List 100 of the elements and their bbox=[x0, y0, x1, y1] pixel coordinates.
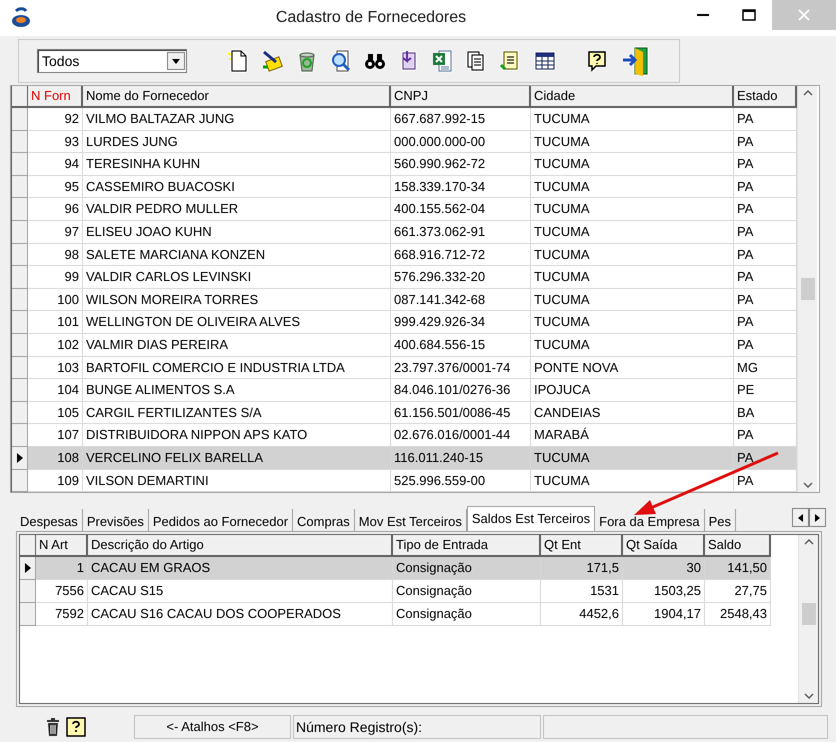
scroll-down-icon[interactable] bbox=[804, 693, 814, 699]
table-cell: WELLINGTON DE OLIVEIRA ALVES bbox=[83, 311, 391, 334]
column-header[interactable]: Saldo bbox=[705, 535, 771, 557]
table-cell: 1 bbox=[36, 557, 88, 580]
column-header[interactable]: Tipo de Entrada bbox=[393, 535, 541, 557]
table-cell: BUNGE ALIMENTOS S.A bbox=[83, 379, 391, 402]
help-icon[interactable] bbox=[66, 717, 86, 737]
table-cell: TUCUMA bbox=[531, 311, 734, 334]
table-cell: TUCUMA bbox=[531, 470, 734, 492]
table-cell: MG bbox=[734, 356, 797, 380]
table-cell: TUCUMA bbox=[531, 334, 734, 357]
table-cell: 087.141.342-68 bbox=[391, 288, 531, 312]
table-cell: 668.916.712-72 bbox=[391, 244, 531, 266]
vertical-scrollbar[interactable] bbox=[797, 86, 817, 492]
column-header[interactable]: Cidade bbox=[531, 86, 734, 108]
table-cell: 1531 bbox=[541, 580, 623, 603]
scroll-up-icon[interactable] bbox=[802, 90, 812, 96]
column-header[interactable]: Descrição do Artigo bbox=[88, 535, 393, 557]
table-cell: 141,50 bbox=[705, 557, 771, 580]
table-cell: CASSEMIRO BUACOSKI bbox=[83, 176, 391, 198]
table-cell: VILSON DEMARTINI bbox=[83, 470, 391, 492]
table-cell: 576.296.332-20 bbox=[391, 266, 531, 289]
table-cell: VALMIR DIAS PEREIRA bbox=[83, 334, 391, 357]
filter-dropdown[interactable]: Todos bbox=[37, 49, 187, 73]
column-header[interactable]: CNPJ bbox=[391, 86, 531, 108]
table-cell: LURDES JUNG bbox=[83, 130, 391, 154]
table-cell: TUCUMA bbox=[531, 198, 734, 221]
table-cell: 97 bbox=[28, 220, 83, 244]
column-header[interactable]: Qt Ent bbox=[541, 535, 623, 557]
table-cell: 400.684.556-15 bbox=[391, 334, 531, 357]
scrollbar-thumb[interactable] bbox=[801, 278, 815, 300]
table-cell: TERESINHA KUHN bbox=[83, 153, 391, 176]
table-cell: 4452,6 bbox=[541, 603, 623, 626]
table-cell: PONTE NOVA bbox=[531, 356, 734, 380]
column-header[interactable]: N Forn bbox=[28, 86, 83, 108]
tab[interactable]: Pes bbox=[704, 509, 736, 531]
close-icon bbox=[798, 9, 810, 21]
magnifier-document-icon[interactable] bbox=[329, 49, 353, 73]
column-header[interactable]: N Art bbox=[36, 535, 88, 557]
row-selector[interactable] bbox=[12, 446, 28, 470]
tab[interactable]: Saldos Est Terceiros bbox=[466, 506, 596, 531]
table-cell: 171,5 bbox=[541, 557, 623, 580]
table-cell: CACAU S15 bbox=[88, 580, 393, 603]
table-cell: 560.990.962-72 bbox=[391, 153, 531, 176]
table-cell: 95 bbox=[28, 176, 83, 198]
column-header[interactable]: Qt Saída bbox=[623, 535, 705, 557]
table-cell: VALDIR PEDRO MULLER bbox=[83, 198, 391, 221]
table-cell: IPOJUCA bbox=[531, 379, 734, 402]
tab-scroll-right-button[interactable] bbox=[809, 508, 826, 527]
app-icon bbox=[10, 7, 32, 29]
scroll-down-icon[interactable] bbox=[802, 482, 812, 488]
table-cell: CACAU EM GRAOS bbox=[88, 557, 393, 580]
scroll-up-icon[interactable] bbox=[804, 539, 814, 545]
table-cell: BARTOFIL COMERCIO E INDUSTRIA LTDA bbox=[83, 356, 391, 380]
table-cell: PA bbox=[734, 334, 797, 357]
scrollbar-thumb[interactable] bbox=[802, 603, 816, 625]
row-pointer-icon bbox=[16, 452, 22, 463]
table-cell: 98 bbox=[28, 244, 83, 266]
table-cell: TUCUMA bbox=[531, 266, 734, 289]
tab-scroll-left-button[interactable] bbox=[792, 508, 809, 527]
table-cell: 103 bbox=[28, 356, 83, 380]
table-cell: 000.000.000-00 bbox=[391, 130, 531, 154]
table-cell: PA bbox=[734, 288, 797, 312]
table-cell: CACAU S16 CACAU DOS COOPERADOS bbox=[88, 603, 393, 626]
table-cell: TUCUMA bbox=[531, 244, 734, 266]
table-cell: 108 bbox=[28, 446, 83, 470]
table-cell: Consignação bbox=[393, 580, 541, 603]
status-panel: Número Registro(s): bbox=[293, 715, 541, 739]
table-cell: PA bbox=[734, 153, 797, 176]
column-header[interactable]: Estado bbox=[734, 86, 797, 108]
table-cell: PE bbox=[734, 379, 797, 402]
table-cell: 7556 bbox=[36, 580, 88, 603]
table-cell: 30 bbox=[623, 557, 705, 580]
table-cell: VALDIR CARLOS LEVINSKI bbox=[83, 266, 391, 289]
vertical-scrollbar[interactable] bbox=[798, 535, 818, 703]
table-cell: BA bbox=[734, 402, 797, 424]
status-panel: <- Atalhos <F8> bbox=[134, 715, 291, 739]
trash-icon[interactable] bbox=[46, 718, 60, 736]
table-cell: 2548,43 bbox=[705, 603, 771, 626]
table-cell: 94 bbox=[28, 153, 83, 176]
help-icon[interactable] bbox=[587, 50, 607, 72]
column-header[interactable]: Nome do Fornecedor bbox=[83, 86, 391, 108]
table-cell: PA bbox=[734, 176, 797, 198]
table-cell: PA bbox=[734, 198, 797, 221]
table-cell: 116.011.240-15 bbox=[391, 446, 531, 470]
maximize-icon bbox=[742, 9, 756, 21]
table-cell: DISTRIBUIDORA NIPPON APS KATO bbox=[83, 424, 391, 447]
edit-pen-icon[interactable] bbox=[261, 49, 285, 73]
table-cell: 1503,25 bbox=[623, 580, 705, 603]
table-cell: SALETE MARCIANA KONZEN bbox=[83, 244, 391, 266]
table-cell: 999.429.926-34 bbox=[391, 311, 531, 334]
table-cell: 61.156.501/0086-45 bbox=[391, 402, 531, 424]
table-cell: Consignação bbox=[393, 603, 541, 626]
row-selector[interactable] bbox=[20, 557, 36, 580]
table-cell: TUCUMA bbox=[531, 176, 734, 198]
table-cell: MARABÁ bbox=[531, 424, 734, 447]
left-arrow-icon bbox=[798, 514, 803, 522]
table-cell: PA bbox=[734, 244, 797, 266]
table-cell: 84.046.101/0276-36 bbox=[391, 379, 531, 402]
table-cell: 525.996.559-00 bbox=[391, 470, 531, 492]
